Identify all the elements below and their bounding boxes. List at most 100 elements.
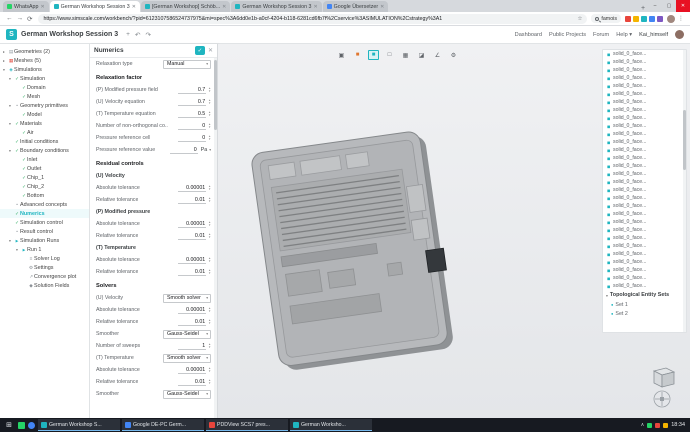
- face-list-item[interactable]: ◼ solid_0_face...: [603, 202, 686, 210]
- face-label[interactable]: solid_0_face...: [613, 259, 646, 265]
- tab-close-icon[interactable]: ✕: [222, 4, 226, 10]
- field-value[interactable]: 0.01: [178, 197, 206, 204]
- tree-item[interactable]: Initial conditions: [0, 137, 89, 146]
- face-label[interactable]: solid_0_face...: [613, 203, 646, 209]
- entity-scrollbar[interactable]: [683, 50, 686, 332]
- tree-item[interactable]: ▾ Materials: [0, 119, 89, 128]
- face-list-item[interactable]: ◼ solid_0_face...: [603, 282, 686, 290]
- face-label[interactable]: solid_0_face...: [613, 67, 646, 73]
- scrollbar-thumb[interactable]: [214, 60, 217, 130]
- chevron-down-icon[interactable]: ▾: [209, 148, 211, 152]
- search-chip[interactable]: famois: [591, 14, 621, 23]
- face-list-item[interactable]: ◼ solid_0_face...: [603, 274, 686, 282]
- face-label[interactable]: solid_0_face...: [613, 219, 646, 225]
- face-list-item[interactable]: ◼ solid_0_face...: [603, 162, 686, 170]
- field-value[interactable]: Smooth solver: [166, 355, 202, 361]
- tab-close-icon[interactable]: ✕: [132, 4, 136, 10]
- tree-item-label[interactable]: Air: [27, 130, 34, 136]
- field-control[interactable]: Smooth solver ▲▼ ▾: [163, 294, 211, 303]
- tree-item-label[interactable]: Solution Fields: [34, 283, 69, 289]
- tree-item[interactable]: Model: [0, 110, 89, 119]
- field-control[interactable]: Smooth solver ▲▼ ▾: [163, 354, 211, 363]
- minimize-button[interactable]: –: [648, 0, 662, 12]
- stepper-icon[interactable]: ▲▼: [208, 307, 211, 312]
- field-control[interactable]: Manual ▲▼ ▾: [163, 60, 211, 69]
- model-body[interactable]: [250, 129, 457, 372]
- tree-item-label[interactable]: Result control: [20, 229, 53, 235]
- extension-icon[interactable]: [649, 16, 655, 22]
- field-value[interactable]: 0.00001: [178, 257, 206, 264]
- extension-icon[interactable]: [641, 16, 647, 22]
- face-list-item[interactable]: ◼ solid_0_face...: [603, 146, 686, 154]
- face-label[interactable]: solid_0_face...: [613, 155, 646, 161]
- scrollbar-thumb[interactable]: [683, 110, 686, 170]
- undo-icon[interactable]: ↶: [135, 31, 140, 39]
- user-avatar[interactable]: [675, 30, 684, 39]
- bookmark-star-icon[interactable]: ☆: [577, 16, 582, 22]
- chevron-down-icon[interactable]: ▾: [206, 296, 208, 300]
- stepper-icon[interactable]: ▲▼: [208, 379, 211, 384]
- stepper-icon[interactable]: ▲▼: [208, 135, 211, 140]
- field-value[interactable]: 0.7: [178, 87, 206, 94]
- face-list-item[interactable]: ◼ solid_0_face...: [603, 98, 686, 106]
- face-label[interactable]: solid_0_face...: [613, 211, 646, 217]
- url-field[interactable]: https://www.simscale.com/workbench/?pid=…: [38, 14, 587, 24]
- tray-expand-icon[interactable]: ∧: [641, 422, 645, 428]
- tree-item[interactable]: ▾ Boundary conditions: [0, 146, 89, 155]
- face-label[interactable]: solid_0_face...: [613, 187, 646, 193]
- browser-tab[interactable]: [German Workshop] Schöb... ✕: [141, 1, 230, 12]
- face-label[interactable]: solid_0_face...: [613, 83, 646, 89]
- gizmo-cube[interactable]: [654, 368, 674, 387]
- field-value[interactable]: 0.01: [178, 319, 206, 326]
- face-label[interactable]: solid_0_face...: [613, 99, 646, 105]
- tree-item-label[interactable]: Convergence plot: [34, 274, 76, 280]
- clock[interactable]: 18:34: [671, 422, 685, 428]
- redo-icon[interactable]: ↷: [145, 31, 150, 39]
- stepper-icon[interactable]: ▲▼: [208, 185, 211, 190]
- grid-icon[interactable]: ▦: [400, 50, 411, 60]
- face-list-item[interactable]: ◼ solid_0_face...: [603, 82, 686, 90]
- tree-item[interactable]: Bottom: [0, 191, 89, 200]
- stepper-icon[interactable]: ▲▼: [208, 87, 211, 92]
- field-control[interactable]: Gauss-Seidel ▲▼ ▾: [163, 330, 211, 339]
- taskbar-window-button[interactable]: German Workshop S...: [38, 419, 120, 431]
- face-list-item[interactable]: ◼ solid_0_face...: [603, 242, 686, 250]
- extension-icon[interactable]: [625, 16, 631, 22]
- tree-item-label[interactable]: Geometry primitives: [20, 103, 68, 109]
- tree-item[interactable]: Mesh: [0, 92, 89, 101]
- tree-item[interactable]: ▾ Simulation Runs: [0, 236, 89, 245]
- tree-item[interactable]: Chip_1: [0, 173, 89, 182]
- face-list-item[interactable]: ◼ solid_0_face...: [603, 114, 686, 122]
- tree-item-label[interactable]: Simulation control: [20, 220, 63, 226]
- field-value[interactable]: 0: [178, 123, 206, 130]
- tab-close-icon[interactable]: ✕: [40, 4, 44, 10]
- taskbar-window-button[interactable]: PDDView SCS7 pres...: [206, 419, 288, 431]
- unit-label[interactable]: Pa: [201, 147, 207, 153]
- face-list-item[interactable]: ◼ solid_0_face...: [603, 266, 686, 274]
- viewport-3d[interactable]: ▣■■□▦◪∠⚙: [218, 44, 690, 418]
- whatsapp-taskbar-icon[interactable]: [18, 422, 25, 429]
- field-value[interactable]: 0.00001: [178, 221, 206, 228]
- field-value[interactable]: 0.01: [178, 233, 206, 240]
- tree-item-label[interactable]: Simulation Runs: [20, 238, 59, 244]
- tab-close-icon[interactable]: ✕: [313, 4, 317, 10]
- stepper-icon[interactable]: ▲▼: [208, 367, 211, 372]
- chevron-down-icon[interactable]: ▾: [206, 392, 208, 396]
- section-plane-icon[interactable]: ◪: [416, 50, 427, 60]
- nav-dashboard[interactable]: Dashboard: [515, 32, 542, 38]
- field-control[interactable]: 0.7 ▲▼ ▾: [178, 99, 211, 106]
- face-label[interactable]: solid_0_face...: [613, 59, 646, 65]
- extension-icon[interactable]: [657, 16, 663, 22]
- browser-tab[interactable]: Google Übersetzer ✕: [323, 1, 389, 12]
- new-tab-button[interactable]: +: [638, 5, 648, 12]
- set-label[interactable]: Set 2: [615, 311, 627, 317]
- nav-public-projects[interactable]: Public Projects: [549, 32, 586, 38]
- field-value[interactable]: Manual: [166, 61, 185, 67]
- chevron-down-icon[interactable]: ▾: [206, 356, 208, 360]
- stepper-icon[interactable]: ▲▼: [208, 343, 211, 348]
- screenshot-icon[interactable]: ▣: [336, 50, 347, 60]
- stepper-icon[interactable]: ▲▼: [208, 233, 211, 238]
- browser-tab[interactable]: WhatsApp ✕: [3, 1, 49, 12]
- field-control[interactable]: 0.7 ▲▼ ▾: [178, 87, 211, 94]
- field-value[interactable]: 0.7: [178, 99, 206, 106]
